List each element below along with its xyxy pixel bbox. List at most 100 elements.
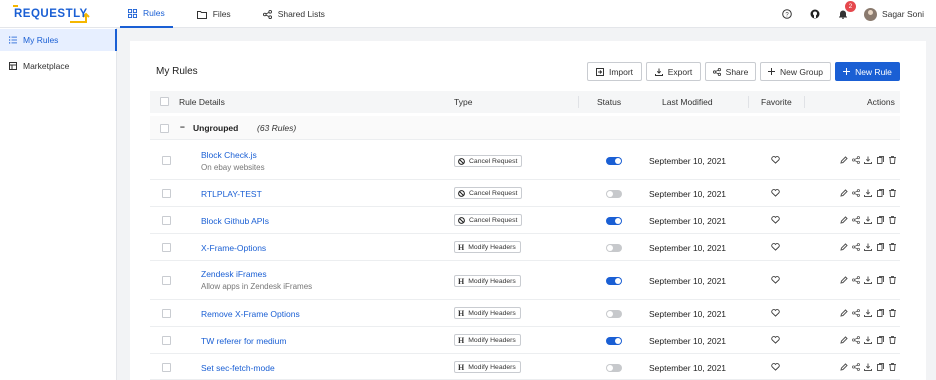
delete-icon[interactable] (886, 216, 898, 224)
row-checkbox[interactable] (162, 243, 171, 252)
table-row[interactable]: Block Github APIs Cancel Request Septemb… (150, 207, 900, 234)
rule-name[interactable]: RTLPLAY-TEST (201, 189, 262, 199)
delete-icon[interactable] (886, 309, 898, 317)
edit-icon[interactable] (838, 309, 850, 317)
share-button[interactable]: Share (705, 62, 756, 81)
table-row[interactable]: X-Frame-Options H Modify Headers Septemb… (150, 234, 900, 261)
share-icon[interactable] (850, 363, 862, 371)
rule-name[interactable]: Block Check.js (201, 150, 257, 160)
table-row[interactable]: Remove X-Frame Options H Modify Headers … (150, 300, 900, 327)
help-icon[interactable]: ? (780, 7, 794, 21)
edit-icon[interactable] (838, 363, 850, 371)
copy-icon[interactable] (874, 309, 886, 317)
copy-icon[interactable] (874, 276, 886, 284)
edit-icon[interactable] (838, 156, 850, 164)
share-icon[interactable] (850, 216, 862, 224)
edit-icon[interactable] (838, 336, 850, 344)
copy-icon[interactable] (874, 336, 886, 344)
download-icon[interactable] (862, 243, 874, 251)
copy-icon[interactable] (874, 216, 886, 224)
requestly-logo[interactable]: REQUESTLY (10, 2, 90, 26)
heart-icon[interactable] (771, 276, 780, 284)
import-button[interactable]: Import (587, 62, 642, 81)
heart-icon[interactable] (771, 189, 780, 197)
copy-icon[interactable] (874, 363, 886, 371)
table-row[interactable]: Set sec-fetch-mode H Modify Headers Sept… (150, 354, 900, 380)
edit-icon[interactable] (838, 216, 850, 224)
copy-icon[interactable] (874, 243, 886, 251)
user-name[interactable]: Sagar Soni (882, 9, 924, 19)
group-row[interactable]: − Ungrouped (63 Rules) (150, 116, 900, 140)
download-icon[interactable] (862, 309, 874, 317)
table-row[interactable]: Block Check.js On ebay websites Cancel R… (150, 140, 900, 180)
row-checkbox[interactable] (162, 189, 171, 198)
heart-icon[interactable] (771, 363, 780, 371)
rule-name[interactable]: Set sec-fetch-mode (201, 363, 275, 373)
rule-name[interactable]: Zendesk iFrames (201, 269, 267, 279)
row-checkbox[interactable] (162, 276, 171, 285)
notification-bell-icon[interactable]: 2 (836, 1, 856, 21)
edit-icon[interactable] (838, 276, 850, 284)
github-icon[interactable] (808, 7, 822, 21)
delete-icon[interactable] (886, 363, 898, 371)
heart-icon[interactable] (771, 336, 780, 344)
row-checkbox[interactable] (162, 363, 171, 372)
status-toggle[interactable] (606, 310, 622, 318)
download-icon[interactable] (862, 363, 874, 371)
table-row[interactable]: TW referer for medium H Modify Headers S… (150, 327, 900, 354)
status-toggle[interactable] (606, 190, 622, 198)
rule-name[interactable]: Block Github APIs (201, 216, 269, 226)
collapse-icon[interactable]: − (180, 122, 185, 132)
rule-name[interactable]: Remove X-Frame Options (201, 309, 300, 319)
download-icon[interactable] (862, 189, 874, 197)
delete-icon[interactable] (886, 336, 898, 344)
row-checkbox[interactable] (162, 156, 171, 165)
delete-icon[interactable] (886, 243, 898, 251)
status-toggle[interactable] (606, 364, 622, 372)
heart-icon[interactable] (771, 309, 780, 317)
status-toggle[interactable] (606, 337, 622, 345)
status-toggle[interactable] (606, 217, 622, 225)
new-group-button[interactable]: New Group (760, 62, 831, 81)
copy-icon[interactable] (874, 189, 886, 197)
rule-name[interactable]: X-Frame-Options (201, 243, 266, 253)
delete-icon[interactable] (886, 276, 898, 284)
edit-icon[interactable] (838, 189, 850, 197)
tab-files[interactable]: Files (189, 0, 239, 28)
tab-rules[interactable]: Rules (120, 0, 173, 28)
table-row[interactable]: RTLPLAY-TEST Cancel Request September 10… (150, 180, 900, 207)
row-checkbox[interactable] (162, 336, 171, 345)
copy-icon[interactable] (874, 156, 886, 164)
sidebar-item-my-rules[interactable]: My Rules (0, 29, 117, 51)
heart-icon[interactable] (771, 156, 780, 164)
status-toggle[interactable] (606, 244, 622, 252)
avatar[interactable] (863, 7, 877, 21)
new-rule-button[interactable]: New Rule (835, 62, 900, 81)
share-icon[interactable] (850, 276, 862, 284)
delete-icon[interactable] (886, 189, 898, 197)
share-icon[interactable] (850, 189, 862, 197)
download-icon[interactable] (862, 336, 874, 344)
select-all-checkbox[interactable] (160, 97, 169, 106)
share-icon[interactable] (850, 336, 862, 344)
row-checkbox[interactable] (162, 216, 171, 225)
download-icon[interactable] (862, 276, 874, 284)
edit-icon[interactable] (838, 243, 850, 251)
download-icon[interactable] (862, 156, 874, 164)
group-checkbox[interactable] (160, 124, 169, 133)
table-row[interactable]: Zendesk iFrames Allow apps in Zendesk iF… (150, 261, 900, 300)
share-icon[interactable] (850, 243, 862, 251)
delete-icon[interactable] (886, 156, 898, 164)
share-icon[interactable] (850, 156, 862, 164)
status-toggle[interactable] (606, 157, 622, 165)
download-icon[interactable] (862, 216, 874, 224)
share-icon[interactable] (850, 309, 862, 317)
rule-name[interactable]: TW referer for medium (201, 336, 287, 346)
row-checkbox[interactable] (162, 309, 171, 318)
export-button[interactable]: Export (646, 62, 701, 81)
sidebar-item-marketplace[interactable]: Marketplace (0, 55, 117, 77)
status-toggle[interactable] (606, 277, 622, 285)
tab-shared-lists[interactable]: Shared Lists (255, 0, 333, 28)
heart-icon[interactable] (771, 216, 780, 224)
heart-icon[interactable] (771, 243, 780, 251)
